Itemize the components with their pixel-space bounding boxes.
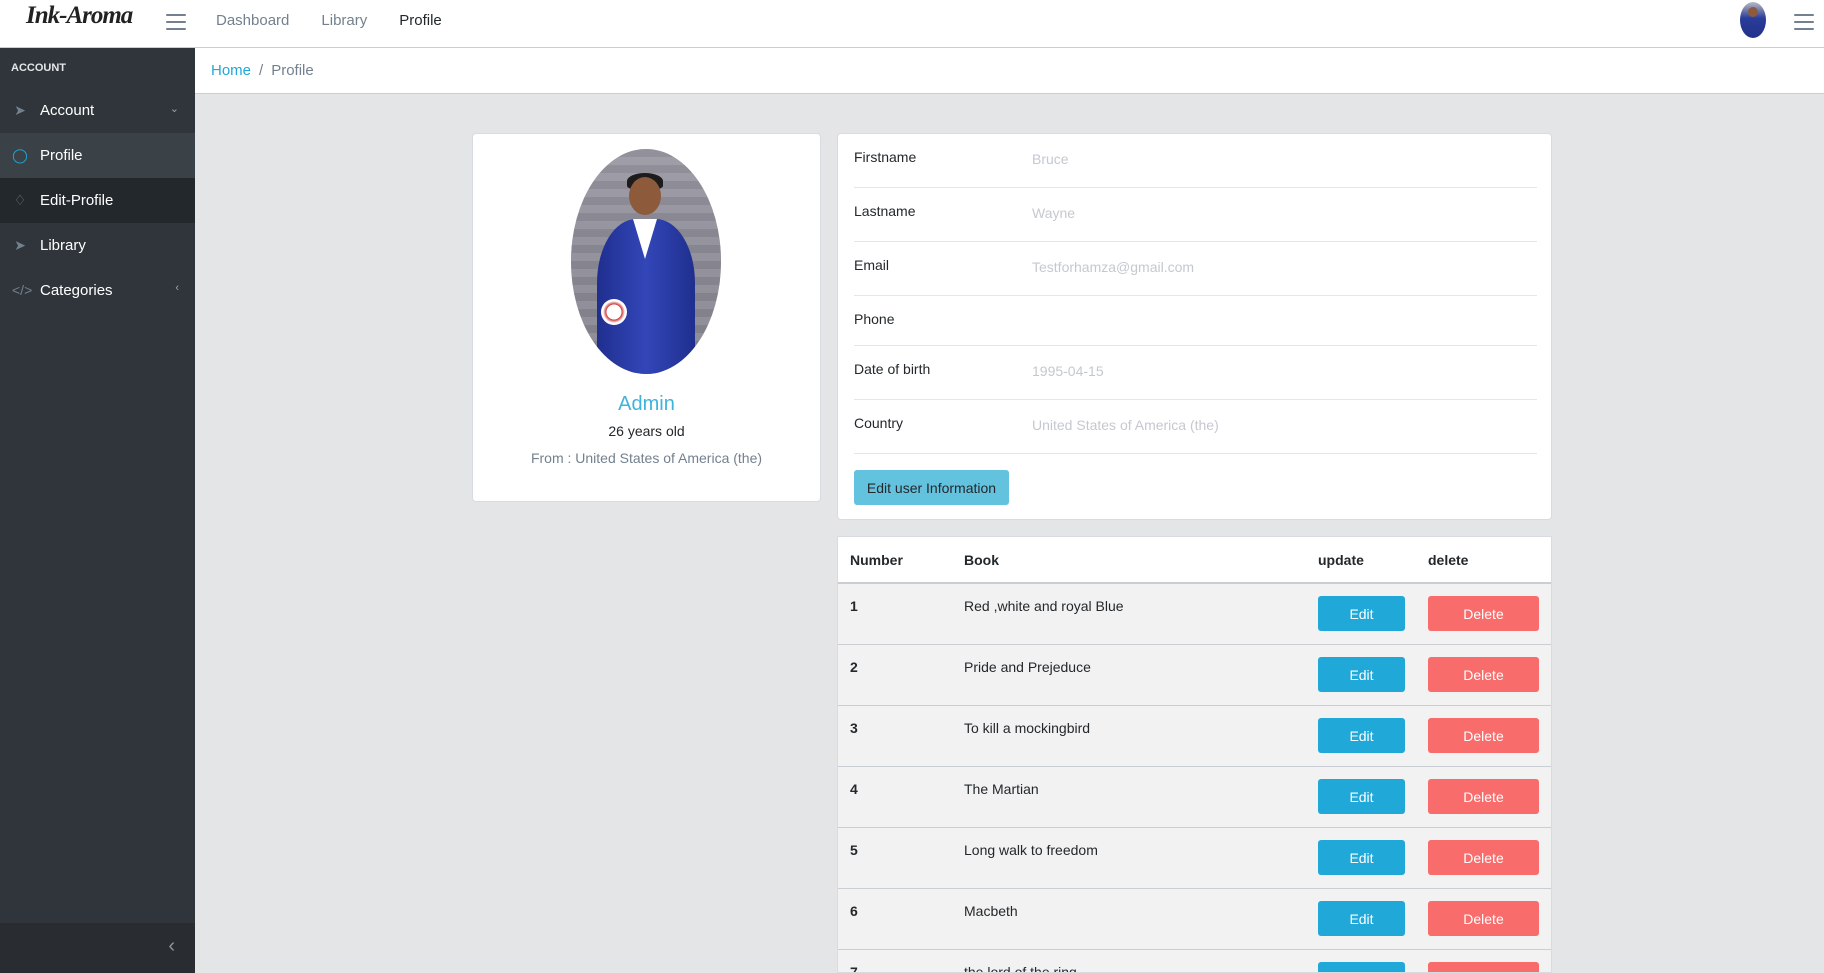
paper-plane-icon: ➤ [14, 237, 26, 253]
delete-button[interactable]: Delete [1428, 779, 1539, 814]
tag-icon: ♢ [13, 192, 27, 208]
edit-user-information-button[interactable]: Edit user Information [854, 470, 1009, 505]
aside-menu-toggle-icon[interactable] [1794, 14, 1814, 30]
row-number: 5 [850, 842, 858, 858]
top-nav: Dashboard Library Profile [216, 12, 442, 29]
user-icon: ◯ [12, 147, 28, 163]
row-book-title: Pride and Prejeduce [964, 659, 1091, 675]
info-row-date-of-birth: Date of birth 1995-04-15 [854, 361, 1537, 400]
row-book-title: Long walk to freedom [964, 842, 1098, 858]
chevron-left-icon: ‹ [175, 282, 179, 294]
column-header-update: update [1318, 552, 1364, 568]
info-label: Country [854, 415, 904, 431]
info-row-email: Email Testforhamza@gmail.com [854, 257, 1537, 296]
sidebar-item-profile[interactable]: ◯ Profile [0, 133, 195, 178]
nav-profile[interactable]: Profile [399, 12, 442, 29]
row-number: 6 [850, 903, 858, 919]
row-book-title: To kill a mockingbird [964, 720, 1091, 736]
column-header-number: Number [850, 552, 903, 568]
row-book-title: the lord of the ring [964, 964, 1077, 973]
profile-name: Admin [618, 393, 675, 415]
sidebar-item-library[interactable]: ➤ Library [0, 223, 195, 268]
table-row: 6 Macbeth Edit Delete [838, 889, 1551, 950]
info-label: Email [854, 257, 890, 273]
profile-country: From : United States of America (the) [530, 450, 763, 466]
sidebar-minimizer[interactable]: ‹ [0, 923, 195, 973]
code-icon: </> [12, 282, 33, 298]
table-row: 2 Pride and Prejeduce Edit Delete [838, 645, 1551, 706]
user-avatar[interactable] [1740, 2, 1766, 38]
chevron-left-icon: ‹ [168, 935, 175, 957]
row-number: 4 [850, 781, 858, 797]
edit-button[interactable]: Edit [1318, 718, 1405, 753]
edit-button[interactable]: Edit [1318, 962, 1405, 972]
delete-button[interactable]: Delete [1428, 596, 1539, 631]
info-value: 1995-04-15 [1032, 363, 1104, 379]
edit-button[interactable]: Edit [1318, 901, 1405, 936]
nav-library[interactable]: Library [321, 12, 367, 29]
row-number: 7 [850, 964, 858, 973]
delete-button[interactable]: Delete [1428, 962, 1539, 972]
info-value: Bruce [1032, 151, 1069, 167]
info-label: Phone [854, 311, 895, 327]
breadcrumb-separator: / [259, 62, 264, 79]
row-book-title: Red ,white and royal Blue [964, 598, 1124, 614]
delete-button[interactable]: Delete [1428, 718, 1539, 753]
table-row: 7 the lord of the ring Edit Delete [838, 950, 1551, 973]
sidebar-section-title: ACCOUNT [0, 48, 195, 88]
edit-button[interactable]: Edit [1318, 596, 1405, 631]
delete-button[interactable]: Delete [1428, 901, 1539, 936]
column-header-book: Book [964, 552, 999, 568]
row-book-title: Macbeth [964, 903, 1018, 919]
row-number: 2 [850, 659, 858, 675]
info-row-phone: Phone [854, 311, 1537, 346]
table-row: 1 Red ,white and royal Blue Edit Delete [838, 584, 1551, 645]
info-row-lastname: Lastname Wayne [854, 203, 1537, 242]
paper-plane-icon: ➤ [14, 102, 26, 118]
sidebar-item-label: Edit-Profile [40, 192, 114, 209]
edit-button[interactable]: Edit [1318, 657, 1405, 692]
top-header: Ink-Aroma Dashboard Library Profile [0, 0, 1824, 48]
info-label: Firstname [854, 149, 917, 165]
table-row: 5 Long walk to freedom Edit Delete [838, 828, 1551, 889]
info-value: United States of America (the) [1032, 417, 1219, 433]
sidebar-item-account[interactable]: ➤ Account ⌄ [0, 88, 195, 133]
sidebar-item-categories[interactable]: </> Categories ‹ [0, 268, 195, 313]
info-row-country: Country United States of America (the) [854, 415, 1537, 454]
breadcrumb: Home / Profile [195, 48, 1824, 94]
profile-card: Admin 26 years old From : United States … [472, 133, 821, 502]
sidebar-item-label: Categories [40, 282, 113, 299]
edit-button[interactable]: Edit [1318, 840, 1405, 875]
info-label: Lastname [854, 203, 916, 219]
edit-button[interactable]: Edit [1318, 779, 1405, 814]
info-row-firstname: Firstname Bruce [854, 149, 1537, 188]
sidebar-item-label: Account [40, 102, 95, 119]
sidebar-item-label: Profile [40, 147, 83, 164]
breadcrumb-home[interactable]: Home [211, 62, 251, 79]
info-label: Date of birth [854, 361, 931, 377]
table-header: Number Book update delete [838, 537, 1551, 584]
table-row: 3 To kill a mockingbird Edit Delete [838, 706, 1551, 767]
delete-button[interactable]: Delete [1428, 657, 1539, 692]
row-book-title: The Martian [964, 781, 1039, 797]
info-value: Wayne [1032, 205, 1076, 221]
chevron-down-icon: ⌄ [169, 103, 179, 115]
column-header-delete: delete [1428, 552, 1469, 568]
books-table: Number Book update delete 1 Red ,white a… [837, 536, 1552, 973]
sidebar-item-label: Library [40, 237, 86, 254]
sidebar-item-edit-profile[interactable]: ♢ Edit-Profile [0, 178, 195, 223]
profile-age: 26 years old [608, 423, 685, 439]
info-value: Testforhamza@gmail.com [1032, 259, 1195, 275]
profile-photo [571, 149, 721, 374]
user-info-card: Firstname Bruce Lastname Wayne Email Tes… [837, 133, 1552, 520]
table-row: 4 The Martian Edit Delete [838, 767, 1551, 828]
nav-dashboard[interactable]: Dashboard [216, 12, 289, 29]
sidebar: ACCOUNT ➤ Account ⌄ ◯ Profile ♢ Edit-Pro… [0, 48, 195, 973]
row-number: 3 [850, 720, 858, 736]
row-number: 1 [850, 598, 858, 614]
brand-logo[interactable]: Ink-Aroma [26, 2, 133, 30]
sidebar-toggle-icon[interactable] [166, 14, 186, 30]
delete-button[interactable]: Delete [1428, 840, 1539, 875]
breadcrumb-current: Profile [271, 62, 314, 79]
